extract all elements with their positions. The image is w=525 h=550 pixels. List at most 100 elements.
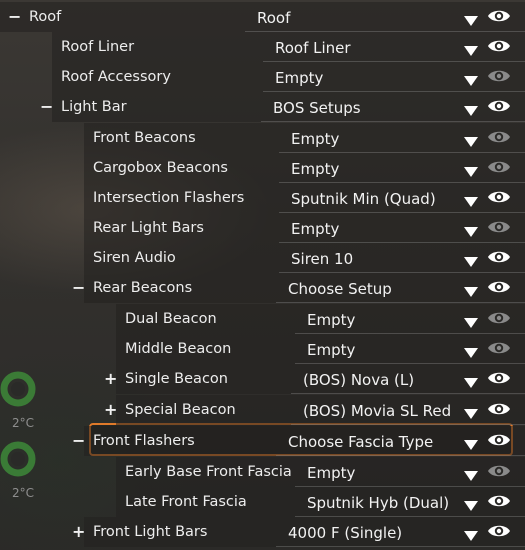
part-select-value[interactable]: Empty [307,463,355,483]
tree-row[interactable]: Intersection Flashers Sputnik Min (Quad) [0,183,525,213]
eye-icon[interactable] [487,462,511,480]
tree-row[interactable]: + Front Light Bars 4000 F (Single) [0,517,525,547]
tree-row[interactable]: Early Base Front Fascia Empty [0,457,525,487]
part-select-value[interactable]: BOS Setups [273,98,361,118]
collapse-toggle[interactable]: − [72,432,85,450]
part-select-value[interactable]: Roof Liner [275,38,351,58]
collapse-toggle[interactable]: − [72,279,85,297]
eye-icon[interactable] [487,492,511,510]
chevron-down-icon[interactable] [464,102,478,116]
chevron-down-icon[interactable] [464,374,478,388]
part-select-value[interactable]: Sputnik Min (Quad) [291,189,436,209]
tree-row[interactable]: Dual Beacon Empty [0,304,525,334]
tree-row[interactable]: Middle Beacon Empty [0,334,525,364]
part-select-value[interactable]: Empty [307,340,355,360]
chevron-down-icon[interactable] [464,72,478,86]
row-label: Roof Accessory [61,69,171,85]
tree-row[interactable]: − Rear Beacons Choose Setup [0,273,525,303]
row-label: Roof Liner [61,39,135,55]
tree-row[interactable]: Siren Audio Siren 10 [0,243,525,273]
chevron-down-icon[interactable] [464,253,478,267]
tree-row[interactable]: + Special Beacon (BOS) Movia SL Red [0,395,525,425]
row-label: Rear Light Bars [93,220,204,236]
row-label: Special Beacon [125,402,236,418]
expand-toggle[interactable]: + [104,401,117,419]
row-label: Single Beacon [125,371,228,387]
row-label: Front Flashers [93,433,195,449]
collapse-toggle[interactable]: − [8,8,21,26]
tree-row[interactable]: + Single Beacon (BOS) Nova (L) [0,364,525,394]
chevron-down-icon[interactable] [464,223,478,237]
chevron-down-icon[interactable] [464,42,478,56]
tree-row[interactable]: − Light Bar BOS Setups [0,92,525,122]
row-label: Intersection Flashers [93,190,245,206]
tree-row[interactable]: Front Beacons Empty [0,123,525,153]
tree-row[interactable]: − Front Flashers Choose Fascia Type [0,426,525,456]
part-select-value[interactable]: Empty [291,129,339,149]
eye-icon[interactable] [487,188,511,206]
chevron-down-icon[interactable] [464,283,478,297]
chevron-down-icon[interactable] [464,344,478,358]
part-select-value[interactable]: Empty [291,159,339,179]
eye-icon[interactable] [487,309,511,327]
part-select-value[interactable]: Empty [291,219,339,239]
eye-icon[interactable] [487,400,511,418]
part-select-value[interactable]: Sputnik Hyb (Dual) [307,493,449,513]
eye-icon[interactable] [487,67,511,85]
eye-icon[interactable] [487,522,511,540]
row-label: Rear Beacons [93,280,193,296]
dropdown-underline [276,455,525,456]
part-select-value[interactable]: Choose Setup [288,279,392,299]
dropdown-underline [276,302,525,303]
part-select-value[interactable]: Roof [257,8,290,28]
eye-icon[interactable] [487,37,511,55]
row-label: Roof [29,9,62,25]
tree-row[interactable]: Cargobox Beacons Empty [0,153,525,183]
dropdown-underline [261,121,525,122]
expand-toggle[interactable]: + [72,523,85,541]
chevron-down-icon[interactable] [464,163,478,177]
part-select-value[interactable]: (BOS) Nova (L) [303,370,414,390]
eye-icon[interactable] [487,128,511,146]
part-select-value[interactable]: Empty [307,310,355,330]
collapse-toggle[interactable]: − [40,98,53,116]
row-label: Early Base Front Fascia [125,464,292,480]
row-label: Siren Audio [93,250,176,266]
eye-icon[interactable] [487,97,511,115]
part-select-value[interactable]: Siren 10 [291,249,353,269]
eye-icon[interactable] [487,248,511,266]
chevron-down-icon[interactable] [464,405,478,419]
part-select-value[interactable]: Choose Fascia Type [288,432,433,452]
eye-icon[interactable] [487,7,511,25]
part-select-value[interactable]: 4000 F (Single) [288,523,402,543]
chevron-down-icon[interactable] [464,436,478,450]
eye-icon[interactable] [487,278,511,296]
tree-row[interactable]: − Roof Roof [0,2,525,32]
eye-icon[interactable] [487,158,511,176]
row-label: Dual Beacon [125,311,217,327]
chevron-down-icon[interactable] [464,12,478,26]
tree-row[interactable]: Roof Accessory Empty [0,62,525,92]
row-label: Late Front Fascia [125,494,247,510]
eye-icon[interactable] [487,431,511,449]
eye-icon[interactable] [487,369,511,387]
dropdown-underline [291,424,525,425]
tree-row[interactable]: Roof Liner Roof Liner [0,32,525,62]
chevron-down-icon[interactable] [464,314,478,328]
part-select-value[interactable]: (BOS) Movia SL Red [303,401,451,421]
chevron-down-icon[interactable] [464,467,478,481]
part-select-value[interactable]: Empty [275,68,323,88]
chevron-down-icon[interactable] [464,193,478,207]
chevron-down-icon[interactable] [464,133,478,147]
dropdown-underline [276,546,525,547]
row-label: Front Beacons [93,130,196,146]
eye-icon[interactable] [487,339,511,357]
expand-toggle[interactable]: + [104,370,117,388]
eye-icon[interactable] [487,218,511,236]
row-label: Cargobox Beacons [93,160,228,176]
tree-row[interactable]: Late Front Fascia Sputnik Hyb (Dual) [0,487,525,517]
chevron-down-icon[interactable] [464,497,478,511]
chevron-down-icon[interactable] [464,527,478,541]
tree-row[interactable]: Rear Light Bars Empty [0,213,525,243]
row-label: Front Light Bars [93,524,208,540]
